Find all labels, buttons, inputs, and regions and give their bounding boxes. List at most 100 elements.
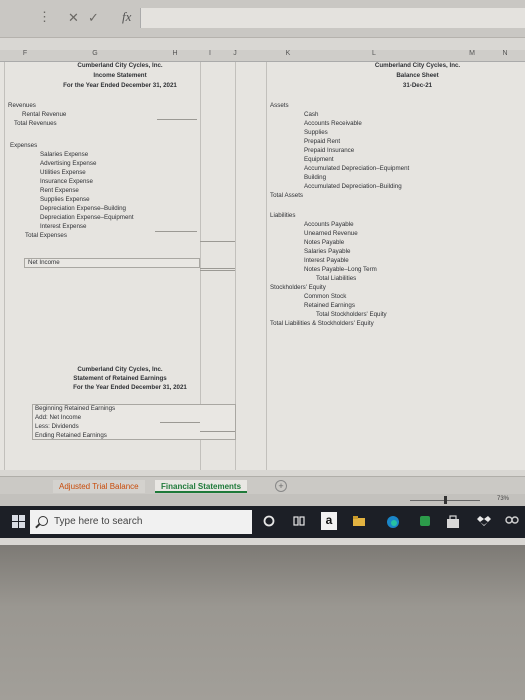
column-header-j[interactable]: J <box>225 50 245 57</box>
equity-item: Retained Earnings <box>304 302 355 309</box>
asset-item: Cash <box>304 111 319 118</box>
balance-sheet-company: Cumberland City Cycles, Inc. <box>374 62 461 69</box>
asset-item: Accumulated Depreciation–Equipment <box>304 165 410 172</box>
column-header-m[interactable]: M <box>462 50 482 57</box>
underline <box>157 119 197 120</box>
double-underline <box>200 268 235 269</box>
windows-taskbar: Type here to search a <box>0 506 525 538</box>
liabilities-heading: Liabilities <box>270 212 296 219</box>
double-underline <box>200 270 235 271</box>
column-header-n[interactable]: N <box>495 50 515 57</box>
grid-line <box>4 62 5 470</box>
green-app-icon[interactable] <box>418 515 432 529</box>
underline <box>160 422 200 423</box>
expense-item: Advertising Expense <box>40 160 97 167</box>
rental-revenue-label: Rental Revenue <box>22 111 67 118</box>
zoom-slider-thumb[interactable] <box>444 496 447 504</box>
column-header-k[interactable]: K <box>278 50 298 57</box>
tab-financial-statements[interactable]: Financial Statements <box>155 480 248 493</box>
windows-start-icon[interactable] <box>12 515 26 529</box>
liability-item: Interest Payable <box>304 257 349 264</box>
formula-input[interactable] <box>140 8 525 28</box>
asset-item: Equipment <box>304 156 334 163</box>
add-net-income-label: Add: Net Income <box>35 414 82 421</box>
income-statement-title: Income Statement <box>93 72 147 79</box>
enter-icon[interactable]: ✓ <box>88 10 99 26</box>
liability-item: Accounts Payable <box>304 221 354 228</box>
equity-item: Common Stock <box>304 293 347 300</box>
grid-line <box>266 62 267 470</box>
less-dividends-label: Less: Dividends <box>35 423 79 430</box>
add-sheet-icon[interactable]: + <box>275 480 287 492</box>
equity-heading: Stockholders' Equity <box>270 284 326 291</box>
search-icon <box>38 516 48 526</box>
liability-item: Salaries Payable <box>304 248 351 255</box>
taskbar-search-box[interactable]: Type here to search <box>30 510 252 534</box>
column-header-h[interactable]: H <box>165 50 185 57</box>
retained-earnings-company: Cumberland City Cycles, Inc. <box>77 366 163 373</box>
liability-item: Notes Payable <box>304 239 345 246</box>
underline <box>200 431 235 432</box>
ending-retained-earnings-label: Ending Retained Earnings <box>35 432 107 439</box>
asset-item: Supplies <box>304 129 328 136</box>
beginning-retained-earnings-label: Beginning Retained Earnings <box>35 405 116 412</box>
asset-item: Prepaid Insurance <box>304 147 355 154</box>
column-header-g[interactable]: G <box>85 50 105 57</box>
asset-item: Building <box>304 174 327 181</box>
balance-sheet-date: 31-Dec-21 <box>402 82 433 89</box>
amazon-icon[interactable]: a <box>321 512 337 530</box>
retained-earnings-title: Statement of Retained Earnings <box>73 375 167 382</box>
file-explorer-icon[interactable] <box>352 515 366 529</box>
task-view-icon[interactable] <box>292 515 306 529</box>
total-equity-label: Total Stockholders' Equity <box>316 311 387 318</box>
asset-item: Prepaid Rent <box>304 138 341 145</box>
total-assets-label: Total Assets <box>270 192 304 199</box>
column-header-i[interactable]: I <box>200 50 220 57</box>
asset-item: Accounts Receivable <box>304 120 362 127</box>
total-liabilities-label: Total Liabilities <box>316 275 357 282</box>
status-bar: 73% <box>0 494 525 506</box>
sheet-tab-bar: Adjusted Trial Balance Financial Stateme… <box>0 476 525 494</box>
expense-item: Depreciation Expense–Equipment <box>40 214 134 221</box>
formula-bar: ⋮ ✕ ✓ fx <box>0 0 525 38</box>
income-statement-period: For the Year Ended December 31, 2021 <box>63 82 177 89</box>
link-app-icon[interactable] <box>505 515 519 529</box>
liability-item: Notes Payable–Long Term <box>304 266 377 273</box>
underline <box>200 241 235 242</box>
liability-item: Unearned Revenue <box>304 230 358 237</box>
income-statement-company: Cumberland City Cycles, Inc. <box>77 62 163 69</box>
expense-item: Salaries Expense <box>40 151 89 158</box>
edge-icon[interactable] <box>386 515 400 529</box>
expenses-heading: Expenses <box>10 142 38 149</box>
dropbox-icon[interactable] <box>477 515 491 529</box>
retained-earnings-period: For the Year Ended December 31, 2021 <box>73 384 187 391</box>
insert-function-icon[interactable]: fx <box>122 9 131 25</box>
screen: ⋮ ✕ ✓ fx F G H I J K L M N Cumberland Ci… <box>0 0 525 545</box>
underline <box>155 231 197 232</box>
balance-sheet-title: Balance Sheet <box>396 72 439 79</box>
monitor-bezel <box>0 545 525 700</box>
namebox-menu-icon[interactable]: ⋮ <box>38 9 51 25</box>
column-header-f[interactable]: F <box>15 50 35 57</box>
asset-item: Accumulated Depreciation–Building <box>304 183 402 190</box>
expense-item: Insurance Expense <box>40 178 93 185</box>
store-icon[interactable] <box>446 515 460 529</box>
total-revenues-label: Total Revenues <box>14 120 57 127</box>
net-income-label: Net Income <box>28 259 60 266</box>
cancel-icon[interactable]: ✕ <box>68 10 79 26</box>
total-expenses-label: Total Expenses <box>25 232 67 239</box>
expense-item: Utilities Expense <box>40 169 86 176</box>
expense-item: Interest Expense <box>40 223 87 230</box>
expense-item: Supplies Expense <box>40 196 90 203</box>
search-placeholder: Type here to search <box>54 516 143 527</box>
column-header-row: F G H I J K L M N <box>0 50 525 62</box>
assets-heading: Assets <box>270 102 289 109</box>
total-liabilities-equity-label: Total Liabilities & Stockholders' Equity <box>270 320 374 327</box>
zoom-level[interactable]: 73% <box>497 496 509 502</box>
cortana-icon[interactable] <box>262 515 276 529</box>
revenues-heading: Revenues <box>8 102 36 109</box>
tab-adjusted-trial-balance[interactable]: Adjusted Trial Balance <box>53 480 145 493</box>
expense-item: Rent Expense <box>40 187 79 194</box>
column-header-l[interactable]: L <box>364 50 384 57</box>
worksheet-grid[interactable]: Cumberland City Cycles, Inc. Income Stat… <box>0 62 525 470</box>
